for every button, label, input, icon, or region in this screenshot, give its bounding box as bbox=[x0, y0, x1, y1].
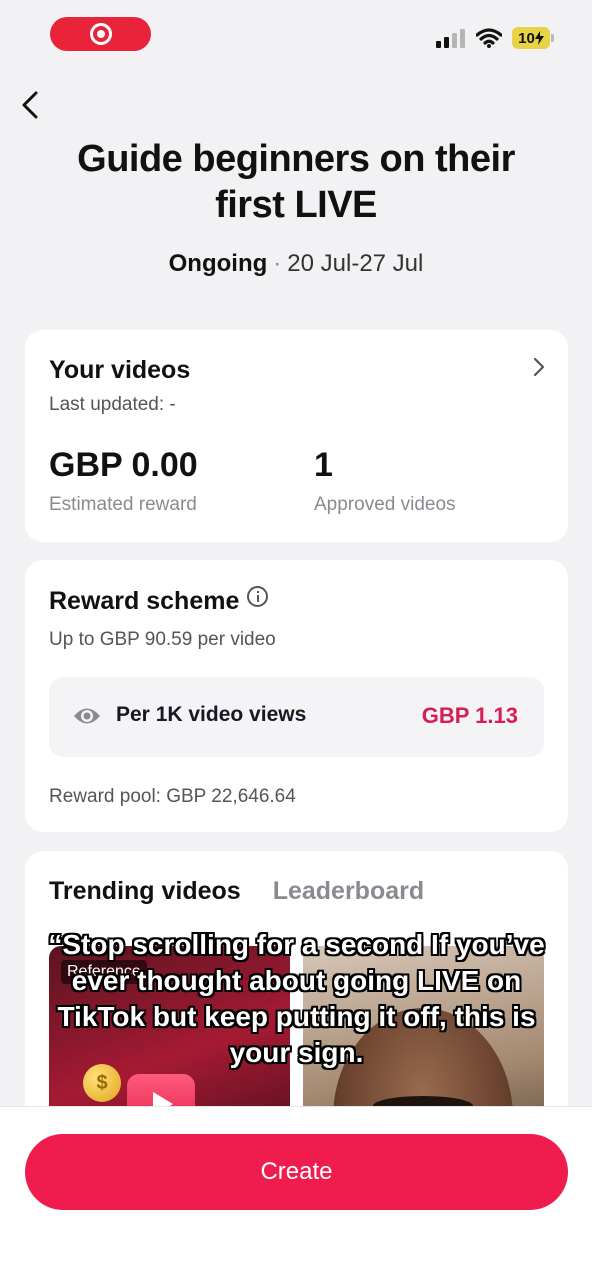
reward-scheme-heading: Reward scheme bbox=[49, 586, 269, 616]
trending-tabs: Trending videos Leaderboard bbox=[49, 877, 424, 906]
campaign-status-line: Ongoing · 20 Jul-27 Jul bbox=[0, 250, 592, 278]
reward-scheme-subtitle: Up to GBP 90.59 per video bbox=[49, 629, 276, 650]
campaign-status: Ongoing bbox=[168, 250, 268, 277]
create-button[interactable]: Create bbox=[25, 1134, 568, 1210]
back-button[interactable] bbox=[20, 88, 50, 122]
approved-videos-value: 1 bbox=[314, 446, 333, 484]
wifi-icon bbox=[476, 28, 502, 48]
reward-pool: Reward pool: GBP 22,646.64 bbox=[49, 786, 296, 807]
last-updated: Last updated: - bbox=[49, 394, 176, 415]
reward-scheme-card: Reward scheme Up to GBP 90.59 per video … bbox=[25, 560, 568, 832]
your-videos-title: Your videos bbox=[49, 356, 191, 384]
chevron-right-icon[interactable] bbox=[532, 356, 546, 378]
record-icon bbox=[89, 23, 112, 45]
your-videos-card[interactable]: Your videos Last updated: - GBP 0.00 Est… bbox=[25, 330, 568, 542]
estimated-reward-label: Estimated reward bbox=[49, 494, 197, 515]
chevron-left-icon bbox=[22, 91, 38, 119]
battery-indicator: 10 bbox=[512, 27, 554, 49]
cellular-signal-icon bbox=[436, 29, 465, 48]
separator: · bbox=[273, 250, 282, 277]
estimated-reward-value: GBP 0.00 bbox=[49, 446, 198, 484]
rate-row: Per 1K video views GBP 1.13 bbox=[49, 677, 544, 757]
status-icons: 10 bbox=[436, 27, 554, 49]
battery-level: 10 bbox=[518, 29, 535, 47]
reward-scheme-title: Reward scheme bbox=[49, 587, 240, 615]
charging-bolt-icon bbox=[534, 31, 544, 45]
screen-recording-indicator[interactable] bbox=[50, 17, 151, 51]
tab-leaderboard[interactable]: Leaderboard bbox=[273, 877, 424, 906]
eye-icon bbox=[74, 708, 100, 724]
rate-value: GBP 1.13 bbox=[421, 703, 518, 728]
bottom-action-bar: Create bbox=[0, 1106, 592, 1280]
info-icon[interactable] bbox=[247, 586, 269, 607]
tab-trending-videos[interactable]: Trending videos bbox=[49, 877, 241, 906]
status-bar: 10 bbox=[0, 0, 592, 70]
video-caption-overlay: “Stop scrolling for a second If you’ve e… bbox=[48, 929, 545, 1068]
date-range: 20 Jul-27 Jul bbox=[287, 250, 424, 277]
page-title: Guide beginners on their first LIVE bbox=[77, 138, 515, 226]
rate-label: Per 1K video views bbox=[116, 703, 307, 726]
approved-videos-label: Approved videos bbox=[314, 494, 456, 515]
